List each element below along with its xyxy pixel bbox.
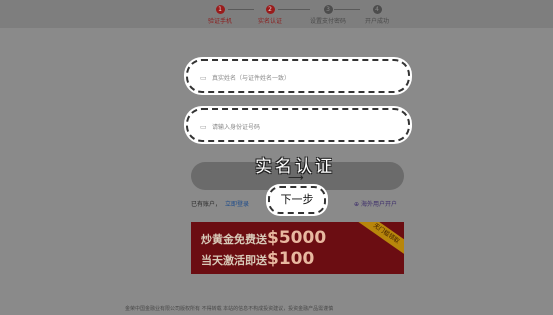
banner-line-2: 当天激活即送$100 (201, 249, 314, 269)
banner-line-1: 炒黄金免费送$5000 (201, 228, 326, 248)
arrow-right-icon: ⟶ (288, 171, 304, 184)
account-prompt-text: 已有账户， (191, 201, 222, 208)
step-number: 3 (323, 5, 333, 14)
step-number: 2 (265, 5, 275, 14)
id-number-field[interactable]: ▭ 请输入身份证号码 (186, 108, 410, 142)
id-number-placeholder: 请输入身份证号码 (212, 124, 261, 131)
step-number: 4 (372, 5, 382, 14)
real-name-field[interactable]: ▭ 真实姓名（与证件姓名一致） (186, 59, 410, 93)
step-real-name: 2 实名认证 (240, 5, 300, 25)
id-card-icon: ▭ (200, 123, 207, 131)
step-label: 设置支付密码 (309, 18, 346, 25)
step-label: 验证手机 (207, 18, 232, 25)
step-label: 实名认证 (257, 18, 282, 25)
step-account-opened: 4 开户成功 (347, 5, 407, 25)
banner-amount: $100 (267, 249, 315, 269)
banner-amount: $5000 (267, 228, 327, 248)
promo-banner[interactable]: 炒黄金免费送$5000 当天激活即送$100 无门槛领取 (191, 222, 404, 274)
overseas-link-text: 海外用户开户 (360, 201, 397, 208)
step-progress-bar: 1 验证手机 2 实名认证 3 设置支付密码 4 开户成功 (0, 0, 553, 28)
banner-ribbon: 无门槛领取 (356, 222, 404, 258)
login-link[interactable]: 立即登录 (225, 201, 249, 208)
next-step-button[interactable]: 下一步 (268, 186, 326, 214)
step-number: 1 (215, 5, 225, 14)
banner-text: 当天激活即送 (201, 254, 267, 267)
banner-text: 炒黄金免费送 (201, 233, 267, 246)
globe-icon: ⊕ (354, 201, 360, 208)
step-label: 开户成功 (364, 18, 389, 25)
real-name-placeholder: 真实姓名（与证件姓名一致） (212, 75, 291, 82)
footer-copyright: 金荣中国金融业有限公司版权所有 不得转载 本站的信息不构成投资建议，投资金融产品… (125, 306, 334, 312)
id-card-icon: ▭ (200, 74, 207, 82)
overseas-user-link[interactable]: ⊕ 海外用户开户 (354, 199, 397, 208)
account-prompt: 已有账户， 立即登录 (191, 199, 249, 208)
